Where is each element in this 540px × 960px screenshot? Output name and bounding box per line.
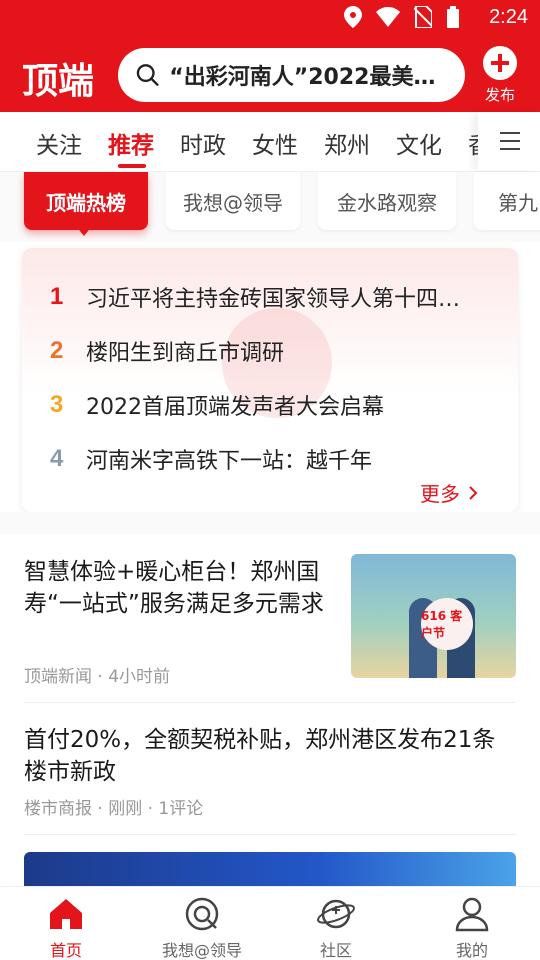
chip-jinshui-road[interactable]: 金水路观察: [318, 172, 456, 230]
publish-button[interactable]: 发布: [480, 46, 520, 105]
chip-partial[interactable]: 第九: [474, 172, 540, 230]
publish-label: 发布: [484, 86, 515, 104]
chevron-right-icon: [469, 485, 478, 500]
news-title: 首付20%，全额契税补贴，郑州港区发布21条楼市新政: [24, 727, 496, 785]
search-hint-text: “出彩河南人”2022最美教…: [169, 65, 449, 90]
status-bar: 2:24: [0, 0, 540, 36]
app-logo[interactable]: 顶端: [22, 52, 94, 104]
header: 顶端 “出彩河南人”2022最美教… 发布: [0, 44, 540, 104]
hot-title: 习近平将主持金砖国家领导人第十四…: [86, 287, 461, 312]
news-meta: 顶端新闻 · 4小时前: [24, 667, 171, 687]
chip-ask-leader[interactable]: 我想@领导: [166, 172, 300, 230]
battery-icon: [447, 6, 459, 28]
hot-list-item[interactable]: 3 2022首届顶端发声者大会启幕: [50, 388, 486, 422]
tab-women[interactable]: 女性: [252, 126, 298, 160]
hot-list-card: 1 习近平将主持金砖国家领导人第十四… 2 楼阳生到商丘市调研 3 2022首届…: [22, 248, 518, 512]
section-separator: [0, 512, 540, 534]
active-tab-indicator: [118, 164, 146, 168]
bottom-navigation: 首页 我想@领导 社区 我的: [0, 886, 540, 960]
at-leader-icon: [185, 897, 219, 931]
chip-pointer: [76, 226, 92, 236]
news-thumbnail[interactable]: 616 客户节: [351, 554, 516, 678]
more-link[interactable]: 更多: [420, 478, 478, 507]
hot-title: 2022首届顶端发声者大会启幕: [86, 395, 384, 420]
nav-profile[interactable]: 我的: [412, 895, 532, 960]
divider: [24, 702, 516, 703]
menu-icon-line: [500, 140, 520, 142]
news-item[interactable]: 首付20%，全额契税补贴，郑州港区发布21条楼市新政: [24, 724, 516, 788]
divider: [24, 834, 516, 835]
tab-zhengzhou[interactable]: 郑州: [324, 126, 370, 160]
nav-home[interactable]: 首页: [6, 895, 126, 960]
top-header-bar: 2:24 顶端 “出彩河南人”2022最美教… 发布: [0, 0, 540, 112]
news-title: 智慧体验+暖心柜台！郑州国寿“一站式”服务满足多元需求: [24, 559, 324, 617]
hot-rank: 1: [50, 283, 64, 310]
wifi-icon: [376, 7, 400, 27]
nav-ask-leader[interactable]: 我想@领导: [142, 895, 262, 960]
nav-community[interactable]: 社区: [276, 895, 396, 960]
hot-rank: 4: [50, 445, 64, 472]
news-item[interactable]: 智慧体验+暖心柜台！郑州国寿“一站式”服务满足多元需求: [24, 556, 334, 620]
hot-list-item[interactable]: 1 习近平将主持金砖国家领导人第十四…: [50, 280, 486, 314]
hot-title: 楼阳生到商丘市调研: [86, 341, 285, 366]
search-bar[interactable]: “出彩河南人”2022最美教…: [118, 48, 465, 102]
tab-politics[interactable]: 时政: [180, 126, 226, 160]
thumb-badge: 616 客户节: [421, 598, 473, 650]
more-label: 更多: [420, 482, 460, 506]
nav-label: 社区: [319, 941, 352, 960]
location-icon: [344, 6, 362, 28]
channel-tabs: 关注 推荐 时政 女性 郑州 文化 香: [0, 112, 540, 172]
hot-list-item[interactable]: 2 楼阳生到商丘市调研: [50, 334, 486, 368]
search-icon: [136, 64, 159, 86]
hot-rank: 2: [50, 337, 64, 364]
nav-label: 首页: [49, 941, 82, 960]
planet-icon: [317, 899, 355, 929]
tab-culture[interactable]: 文化: [396, 126, 442, 160]
channel-menu-button[interactable]: [478, 112, 540, 170]
tab-follow[interactable]: 关注: [36, 126, 82, 160]
hot-rank: 3: [50, 391, 64, 418]
menu-icon-line: [500, 148, 520, 150]
status-time: 2:24: [489, 6, 528, 28]
no-sim-icon: [414, 6, 432, 28]
hot-title: 河南米字高铁下一站：越千年: [86, 449, 373, 474]
tab-recommend[interactable]: 推荐: [108, 126, 154, 160]
menu-icon-line: [500, 132, 520, 134]
user-icon: [455, 897, 489, 932]
home-icon: [50, 899, 82, 929]
nav-label: 我想@领导: [161, 941, 242, 960]
chip-hot-list[interactable]: 顶端热榜: [24, 172, 148, 230]
plus-icon: [483, 46, 517, 80]
news-meta: 楼市商报 · 刚刚 · 1评论: [24, 799, 204, 819]
hot-list-item[interactable]: 4 河南米字高铁下一站：越千年: [50, 442, 486, 476]
status-icons: [344, 6, 460, 28]
nav-label: 我的: [455, 941, 488, 960]
